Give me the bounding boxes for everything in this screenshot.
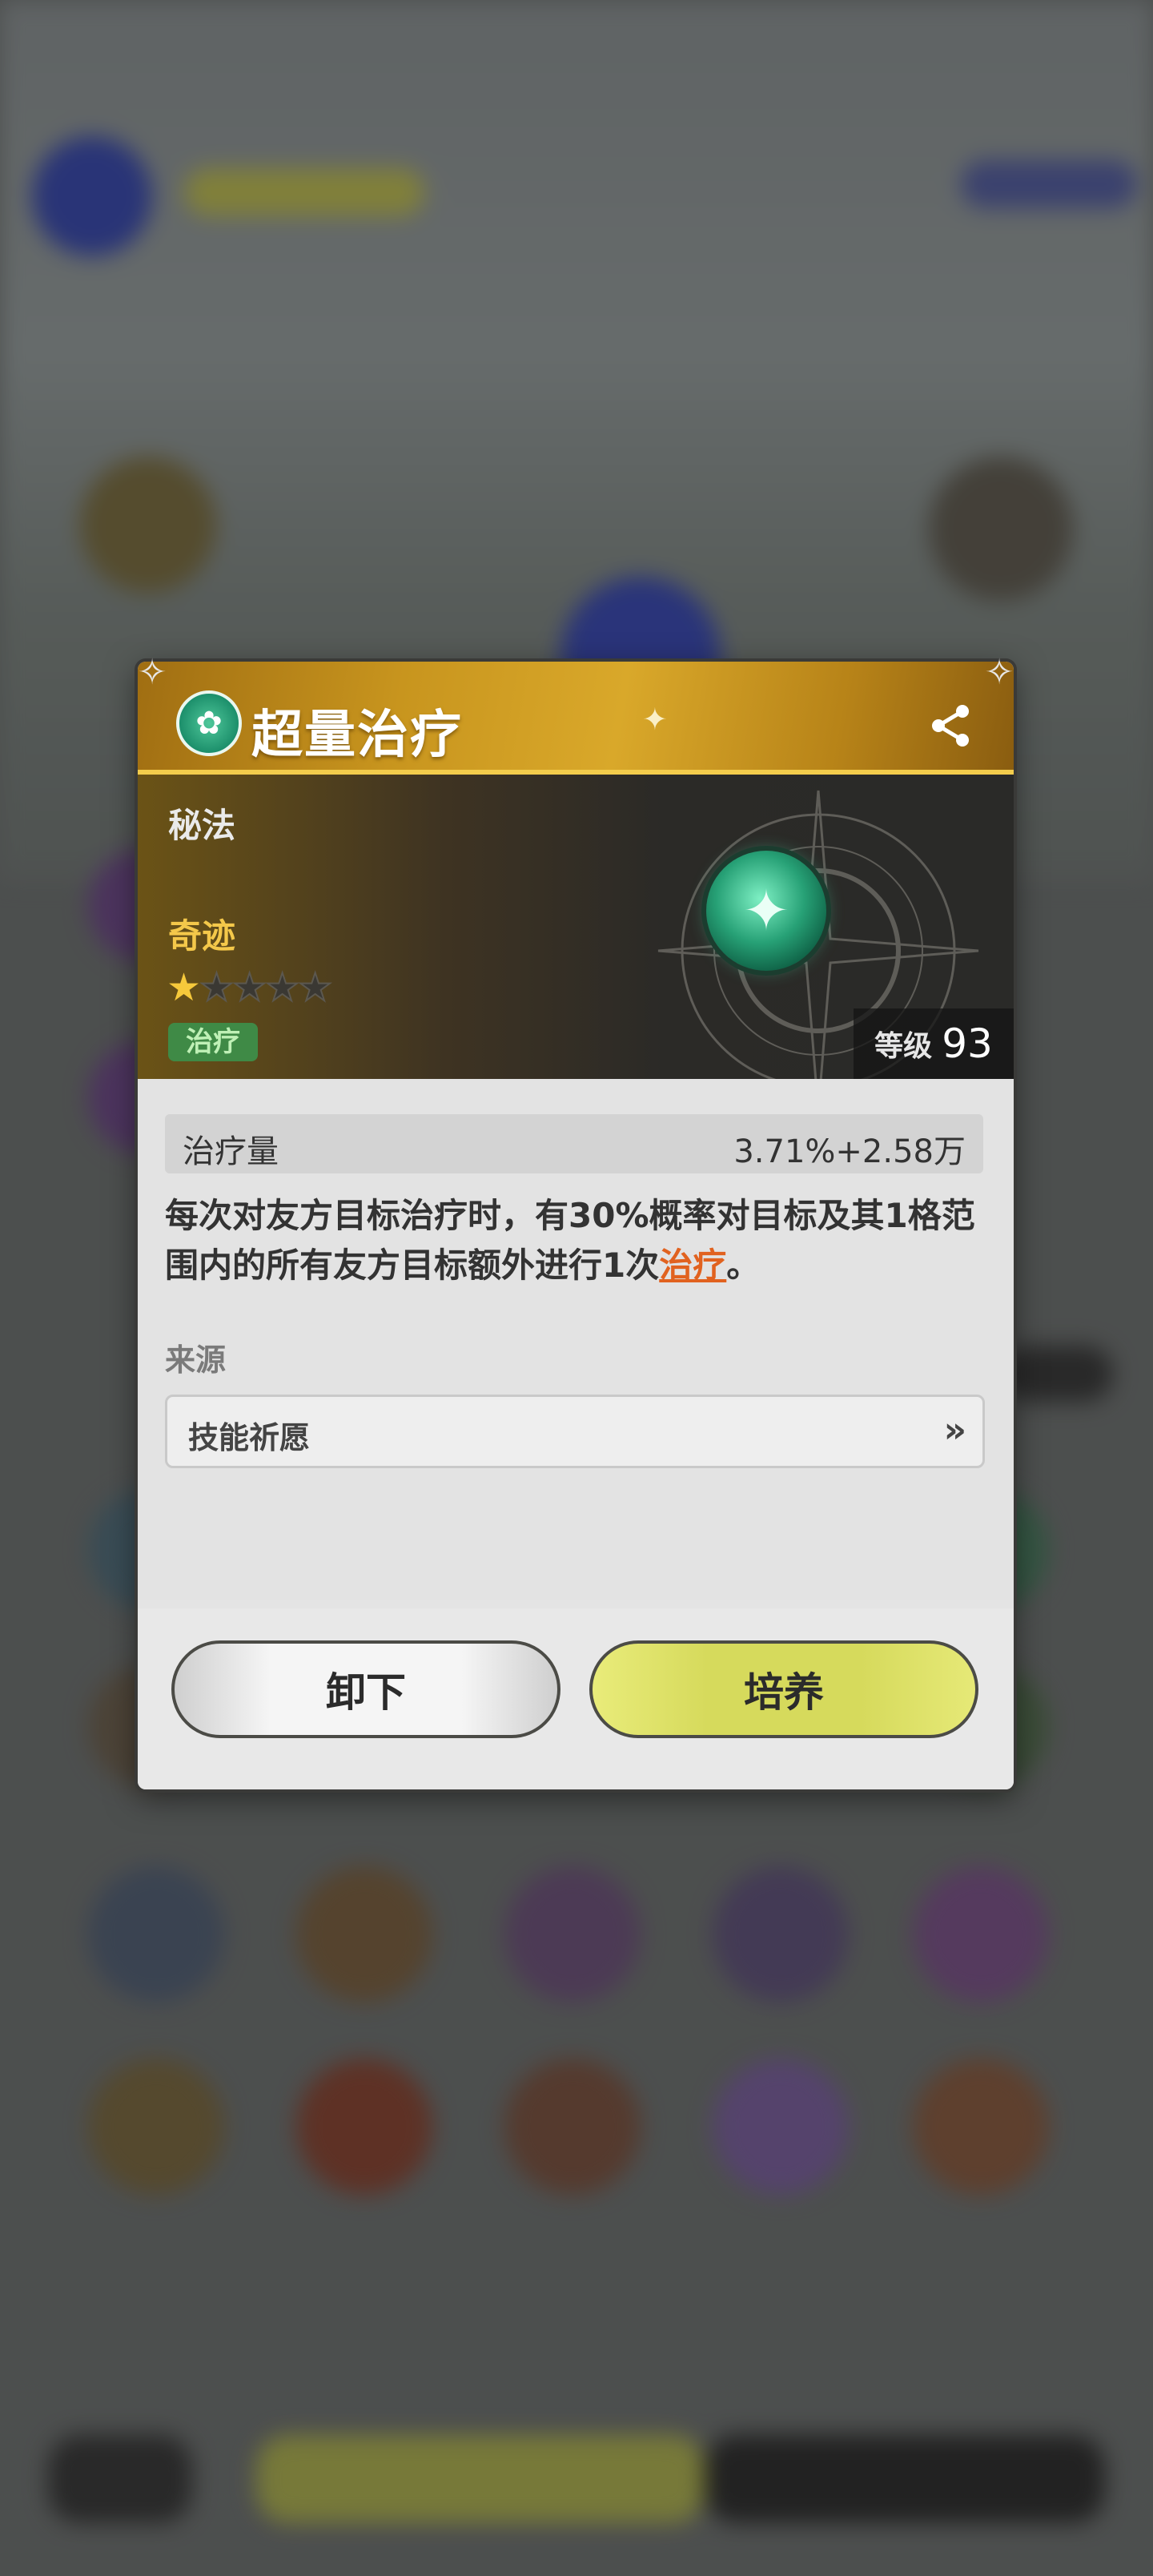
- star-empty-icon: ★: [297, 964, 333, 1011]
- description-text: 每次对友方目标治疗时，有30%概率对目标及其1格范围内的所有友方目标额外进行1次: [165, 1196, 975, 1285]
- stat-value: 3.71%+2.58万: [733, 1133, 966, 1170]
- source-row[interactable]: 技能祈愿 »: [165, 1395, 985, 1468]
- corner-ornament-icon: ✧: [984, 1753, 1014, 1793]
- unequip-button[interactable]: 卸下: [171, 1640, 560, 1738]
- skill-orb-icon: ✦: [706, 851, 826, 971]
- description-suffix: 。: [726, 1246, 761, 1285]
- level-badge: 等级 93: [854, 1008, 1014, 1079]
- source-label: 来源: [165, 1342, 227, 1378]
- stat-label: 治疗量: [183, 1133, 279, 1170]
- skill-title: 超量治疗: [251, 706, 463, 765]
- level-value: 93: [942, 1020, 993, 1067]
- star-rating: ★★★★★: [167, 964, 333, 1011]
- skill-category: 秘法: [168, 806, 236, 845]
- source-value: 技能祈愿: [188, 1420, 311, 1455]
- dialog-body: 治疗量 3.71%+2.58万 每次对友方目标治疗时，有30%概率对目标及其1格…: [138, 1079, 1014, 1600]
- star-empty-icon: ★: [231, 964, 267, 1011]
- skill-banner: ✦ 秘法 奇迹 ★★★★★ 治疗 等级 93: [138, 775, 1014, 1079]
- corner-ornament-icon: ✧: [984, 652, 1014, 693]
- sparkle-decoration: ✦: [642, 702, 668, 737]
- train-button[interactable]: 培养: [589, 1640, 978, 1738]
- level-label: 等级: [874, 1030, 933, 1063]
- share-icon[interactable]: [927, 702, 975, 750]
- corner-ornament-icon: ✧: [137, 652, 167, 693]
- skill-type-tag: 治疗: [168, 1023, 258, 1061]
- star-filled-icon: ★: [167, 965, 201, 1010]
- corner-ornament-icon: ✧: [137, 1753, 167, 1793]
- dialog-header: ✿ 超量治疗 ✦: [138, 662, 1014, 775]
- skill-description: 每次对友方目标治疗时，有30%概率对目标及其1格范围内的所有友方目标额外进行1次…: [165, 1191, 990, 1290]
- heal-keyword-link[interactable]: 治疗: [659, 1246, 726, 1285]
- stat-row: 治疗量 3.71%+2.58万: [165, 1114, 983, 1173]
- dialog-footer: 卸下 培养: [138, 1608, 1014, 1789]
- skill-detail-dialog: ✿ 超量治疗 ✦ ✦ 秘法 奇迹 ★★★★★ 治疗 等级 93 治疗量 3.71…: [138, 662, 1014, 1789]
- skill-rarity: 奇迹: [168, 916, 236, 956]
- star-empty-icon: ★: [199, 964, 235, 1011]
- double-chevron-right-icon: »: [943, 1410, 966, 1451]
- star-empty-icon: ★: [264, 964, 300, 1011]
- heal-skill-icon: ✿: [176, 690, 242, 756]
